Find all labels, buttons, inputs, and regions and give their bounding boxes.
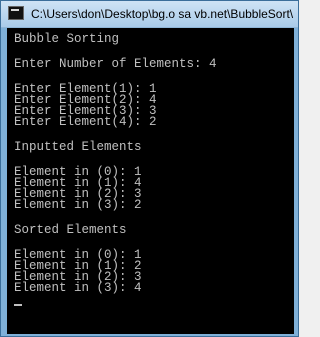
text-cursor: [14, 304, 22, 306]
console-line-heading: Sorted Elements: [14, 223, 127, 237]
window-title: C:\Users\don\Desktop\bg.o sa vb.net\Bubb…: [31, 7, 294, 21]
console-app-icon: [8, 6, 24, 20]
console-line: Element in (3): 2: [14, 198, 142, 212]
console-line: Element in (3): 4: [14, 281, 142, 295]
console-window: C:\Users\don\Desktop\bg.o sa vb.net\Bubb…: [0, 0, 299, 337]
title-bar[interactable]: C:\Users\don\Desktop\bg.o sa vb.net\Bubb…: [1, 1, 298, 28]
window-right-border: [294, 28, 298, 334]
console-line-heading: Inputted Elements: [14, 140, 142, 154]
console-line: Enter Element(4): 2: [14, 115, 157, 129]
console-output[interactable]: Bubble Sorting Enter Number of Elements:…: [7, 28, 296, 334]
console-line-heading: Bubble Sorting: [14, 32, 120, 46]
console-line-prompt: Enter Number of Elements: 4: [14, 57, 217, 71]
